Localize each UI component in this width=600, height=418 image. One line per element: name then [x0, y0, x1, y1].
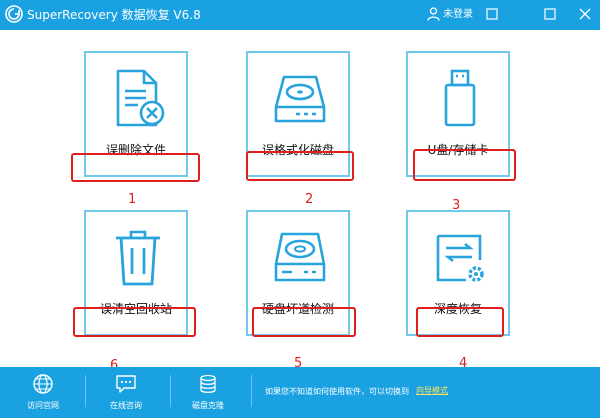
login-link[interactable]: 未登录	[443, 8, 473, 22]
minimize-icon[interactable]	[485, 7, 499, 21]
divider	[85, 375, 86, 407]
tile-bad-sector[interactable]: 硬盘坏道检测	[246, 210, 350, 336]
close-icon[interactable]	[578, 7, 592, 21]
divider	[251, 375, 252, 407]
footer-button-label: 访问官网	[27, 401, 59, 410]
annotation-number: 3	[452, 198, 461, 213]
disk-clone-button[interactable]: 磁盘克隆	[173, 367, 243, 418]
tile-usb-card[interactable]: U盘/存储卡	[406, 51, 510, 177]
disk-clone-icon	[200, 374, 216, 393]
annotation-number: 2	[305, 192, 314, 207]
footer-button-label: 磁盘克隆	[192, 401, 224, 410]
app-logo-icon	[5, 5, 23, 23]
recycle-bin-icon	[116, 230, 160, 286]
tile-deep-recovery[interactable]: 深度恢复	[406, 210, 510, 336]
tile-formatted-disk[interactable]: 误格式化磁盘	[246, 51, 350, 177]
user-icon[interactable]	[427, 7, 440, 21]
deleted-file-icon	[116, 69, 165, 127]
tile-label: 误格式化磁盘	[261, 143, 334, 157]
usb-drive-icon	[444, 69, 476, 127]
chat-icon	[116, 375, 136, 393]
main-panel: 误删除文件 误格式化磁盘 U盘/存储卡 误清空回收站 硬盘坏道检测 深度恢复 1…	[0, 30, 600, 373]
tile-recycle-bin[interactable]: 误清空回收站	[84, 210, 188, 336]
formatted-disk-icon	[274, 75, 326, 123]
app-title: SuperRecovery 数据恢复 V6.8	[27, 8, 201, 22]
visit-website-button[interactable]: 访问官网	[8, 367, 78, 418]
footer-button-label: 在线咨询	[110, 401, 142, 410]
online-consult-button[interactable]: 在线咨询	[91, 367, 161, 418]
guide-mode-link[interactable]: 向导模式	[416, 385, 448, 396]
globe-icon	[33, 374, 53, 394]
tile-label: 深度恢复	[433, 302, 482, 316]
divider	[170, 375, 171, 407]
deep-recovery-icon	[436, 234, 484, 282]
bad-sector-disk-icon	[274, 232, 326, 282]
hint-text: 如果您不知道如何使用软件，可以切换到	[265, 387, 409, 396]
tile-deleted-files[interactable]: 误删除文件	[84, 51, 188, 177]
footer-bar: 访问官网 在线咨询 磁盘克隆 如果您不知道如何使用软件，可以切换到 向导模式	[0, 367, 600, 418]
maximize-icon[interactable]	[543, 7, 557, 21]
tile-label: 硬盘坏道检测	[261, 302, 334, 316]
annotation-number: 1	[128, 192, 137, 207]
tile-label: 误删除文件	[105, 143, 166, 157]
tile-label: U盘/存储卡	[427, 143, 489, 157]
title-bar: SuperRecovery 数据恢复 V6.8 未登录	[0, 0, 600, 30]
tile-label: 误清空回收站	[99, 302, 172, 316]
